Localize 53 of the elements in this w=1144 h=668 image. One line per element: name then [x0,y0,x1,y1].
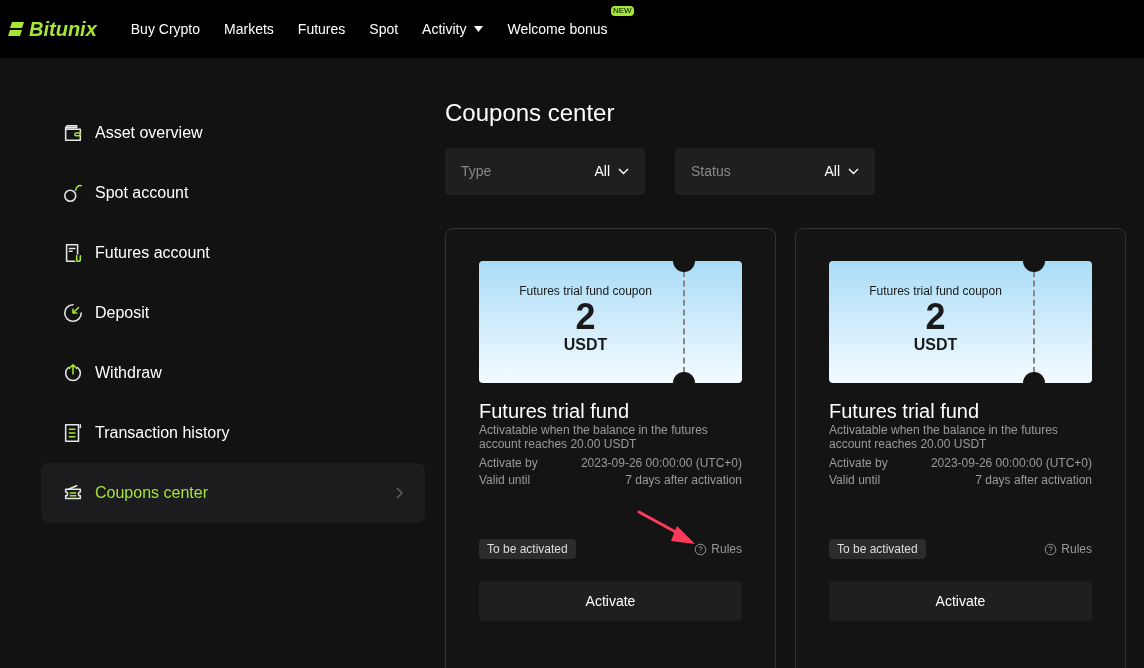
detail-value: 7 days after activation [975,472,1092,489]
deposit-icon [62,302,84,324]
filter-dropdown[interactable]: Status All [675,148,875,195]
chevron-right-icon [396,487,404,499]
receipt-icon [62,422,84,444]
nav-link[interactable]: Buy Crypto [130,18,201,40]
sidebar-item[interactable]: Transaction history [41,403,425,463]
sidebar-item[interactable]: Asset overview [41,103,425,163]
sidebar-item[interactable]: Spot account [41,163,425,223]
logo-icon [8,21,26,37]
page-title: Coupons center [445,98,616,128]
activate-button[interactable]: Activate [829,581,1092,621]
wallet-icon [62,122,84,144]
detail-value: 2023-09-26 00:00:00 (UTC+0) [580,455,742,472]
nav-link[interactable]: Spot [369,18,399,40]
ticket-title: Futures trial fund coupon [869,283,1002,299]
detail-label: Activate by [829,455,888,472]
rules-link[interactable]: Rules [694,540,742,558]
logo-text: Bitunix [29,17,97,42]
detail-label: Valid until [479,472,531,489]
sidebar-item[interactable]: Futures account [41,223,425,283]
status-tag: To be activated [829,539,926,559]
nav-link[interactable]: Futures [297,18,346,40]
coupon-unit: USDT [563,335,608,355]
activate-button[interactable]: Activate [479,581,742,621]
sidebar-item[interactable]: Coupons center [41,463,425,523]
nav-link[interactable]: Markets [224,18,274,40]
detail-label: Valid until [829,472,881,489]
detail-label: Activate by [479,455,538,472]
help-icon [1044,542,1058,556]
coupon-amount: 2 [925,299,946,335]
detail-value: 7 days after activation [625,472,742,489]
coupon-name: Futures trial fund [479,399,631,423]
new-badge: NEW [610,5,634,16]
sidebar-item[interactable]: Deposit [41,283,425,343]
chevron-down-icon [618,168,629,175]
ticket-title: Futures trial fund coupon [519,283,652,299]
coupon-description: Activatable when the balance in the futures account reaches 20.00 USDT [829,423,1059,451]
withdraw-icon [62,362,84,384]
filter-dropdown[interactable]: Type All [445,148,645,195]
chevron-down-icon [848,168,859,175]
detail-value: 2023-09-26 00:00:00 (UTC+0) [930,455,1092,472]
coupon-description: Activatable when the balance in the futures account reaches 20.00 USDT [479,423,709,451]
nav-link[interactable]: Activity [422,18,484,40]
rules-link[interactable]: Rules [1044,540,1092,558]
status-tag: To be activated [479,539,576,559]
coupon-name: Futures trial fund [829,399,981,423]
caret-icon [474,26,484,32]
sidebar-item[interactable]: Withdraw [41,343,425,403]
help-icon [694,542,708,556]
coupon-amount: 2 [575,299,596,335]
coupon-unit: USDT [913,335,958,355]
coins-icon [62,182,84,204]
